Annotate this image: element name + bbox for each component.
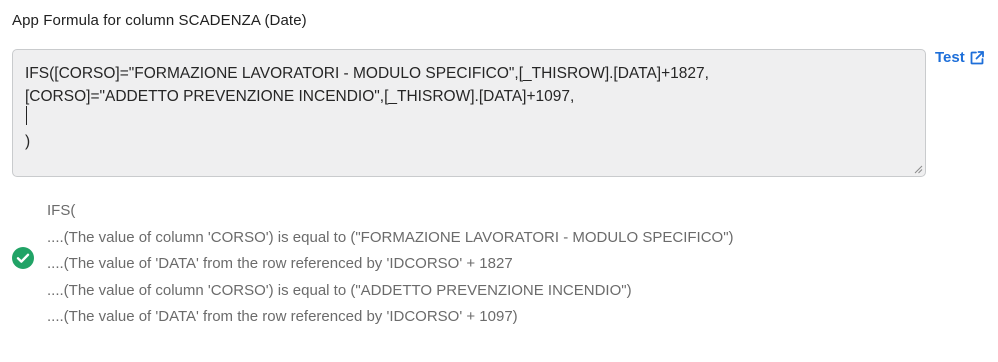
explanation-line: ....(The value of 'DATA' from the row re… [47, 308, 518, 326]
explanation-line: ....(The value of column 'CORSO') is equ… [47, 281, 632, 299]
formula-line: IFS([CORSO]="FORMAZIONE LAVORATORI - MOD… [25, 65, 709, 82]
explanation-line: ....(The value of 'DATA' from the row re… [47, 255, 513, 273]
formula-editor[interactable]: IFS([CORSO]="FORMAZIONE LAVORATORI - MOD… [12, 49, 926, 177]
formula-line: [CORSO]="ADDETTO PREVENZIONE INCENDIO",[… [25, 87, 575, 105]
formula-title: App Formula for column SCADENZA (Date) [12, 12, 307, 29]
test-button[interactable]: Test [935, 49, 985, 66]
external-link-icon [970, 50, 984, 64]
text-cursor [26, 106, 27, 125]
formula-line: ​ [25, 108, 709, 131]
formula-line: ) [25, 132, 31, 150]
app-formula-panel: App Formula for column SCADENZA (Date) I… [0, 0, 998, 362]
test-label: Test [935, 49, 965, 66]
formula-explanation: IFS( ....(The value of column 'CORSO') i… [47, 198, 734, 331]
formula-text[interactable]: IFS([CORSO]="FORMAZIONE LAVORATORI - MOD… [25, 63, 709, 153]
explanation-line: ....(The value of column 'CORSO') is equ… [47, 228, 734, 246]
explanation-line: IFS( [47, 202, 76, 219]
resize-handle-icon[interactable] [913, 164, 923, 174]
check-circle-icon [12, 247, 34, 269]
